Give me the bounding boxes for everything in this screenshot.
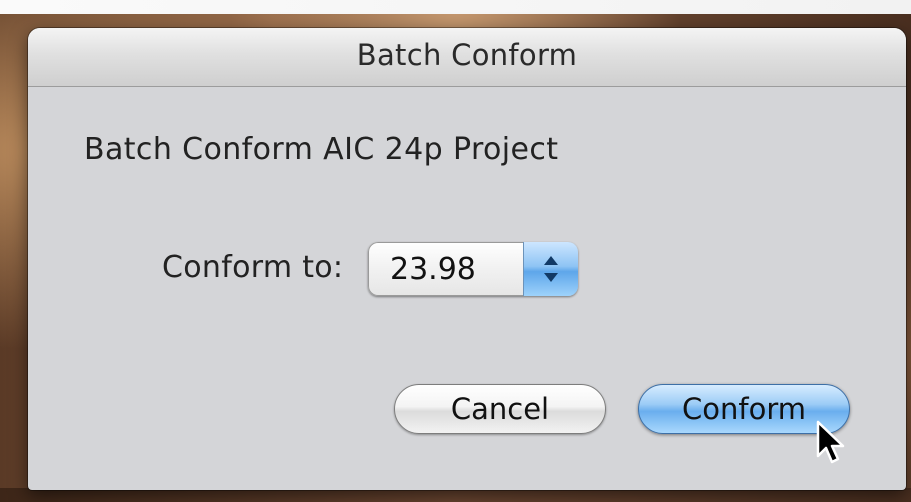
arrow-cursor-icon xyxy=(816,420,845,464)
cancel-button[interactable]: Cancel xyxy=(394,384,606,434)
background-photo xyxy=(0,488,911,502)
dialog-title: Batch Conform xyxy=(356,38,578,72)
up-down-arrows-icon[interactable] xyxy=(523,242,578,296)
dialog-heading: Batch Conform AIC 24p Project xyxy=(84,132,559,167)
background-top-strip xyxy=(0,0,911,14)
conform-to-label: Conform to: xyxy=(162,250,344,285)
conform-to-selected-value: 23.98 xyxy=(390,252,476,287)
conform-to-popup[interactable]: 23.98 xyxy=(368,242,578,296)
dialog-titlebar[interactable]: Batch Conform xyxy=(28,28,906,87)
batch-conform-dialog: Batch Conform Batch Conform AIC 24p Proj… xyxy=(28,28,906,490)
